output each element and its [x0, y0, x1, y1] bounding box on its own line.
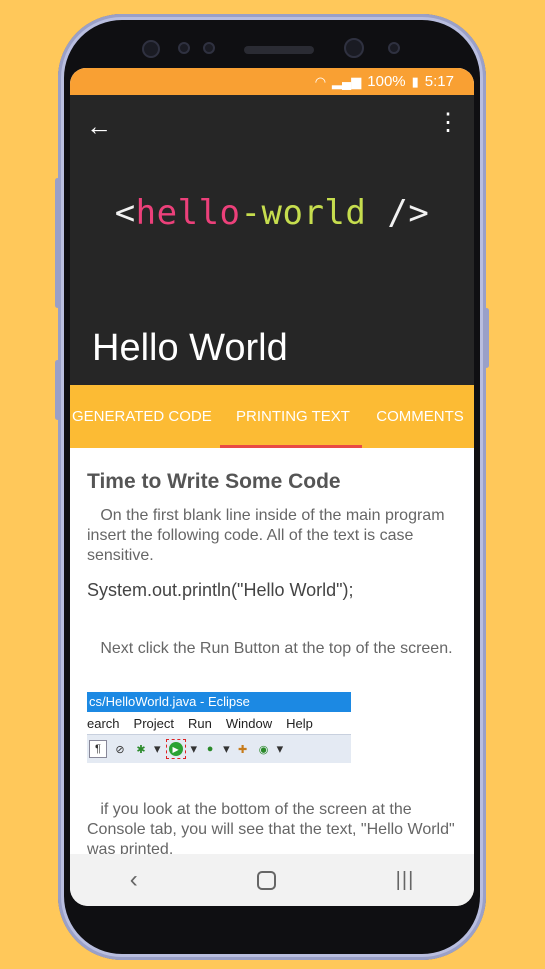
tab-printing-text[interactable]: PRINTING TEXT	[222, 385, 364, 448]
paragraph: On the first blank line inside of the ma…	[87, 506, 459, 566]
front-sensor	[203, 42, 215, 54]
eclipse-menu-item: Window	[225, 715, 273, 731]
front-sensor	[388, 42, 400, 54]
signal-icon: ▂▄▆	[332, 73, 362, 89]
home-circle-icon[interactable]	[257, 870, 277, 890]
paragraph-text: Next click the Run Button at the top of …	[100, 640, 453, 657]
side-button-bixby	[55, 360, 60, 420]
eclipse-screenshot: cs/HelloWorld.java - Eclipse earch Proje…	[87, 692, 351, 774]
battery-icon: ▮	[411, 73, 419, 89]
side-button-power	[484, 308, 489, 368]
paragraph: Next click the Run Button at the top of …	[87, 639, 459, 659]
front-sensor	[178, 42, 190, 54]
logo-hello: hello	[135, 193, 241, 233]
paragraph-icon: ¶	[89, 740, 107, 758]
eclipse-menu-item: Help	[286, 715, 313, 731]
eclipse-toolbar: ¶ ⊘ ✱ ▾ ▶ ▾ ● ▾ ✚ ◉ ▾	[87, 734, 351, 763]
eclipse-menu-item: Run	[188, 715, 212, 731]
app-header: ← ⋮ <hello-world /> Hello World	[70, 95, 474, 385]
tab-comments[interactable]: COMMENTS	[364, 385, 474, 448]
tab-bar: GENERATED CODE PRINTING TEXT COMMENTS	[70, 385, 474, 448]
logo-dash: -	[240, 193, 262, 233]
speaker-grille	[244, 46, 314, 54]
dropdown-arrow-icon: ▾	[223, 741, 230, 756]
tab-generated-code[interactable]: GENERATED CODE	[70, 385, 222, 448]
clock: 5:17	[424, 73, 454, 90]
status-bar: ◠ ▂▄▆ 100% ▮ 5:17	[70, 68, 474, 95]
logo-close: />	[366, 193, 430, 233]
dropdown-arrow-icon: ▾	[190, 741, 198, 756]
skip-breakpoints-icon: ⊘	[115, 743, 125, 756]
section-heading: Time to Write Some Code	[87, 470, 341, 493]
eclipse-menu-item: earch	[87, 715, 120, 731]
app-screen: ◠ ▂▄▆ 100% ▮ 5:17 ← ⋮ <hello-world /> He…	[70, 68, 474, 906]
battery-percent: 100%	[367, 73, 406, 90]
page-title: Hello World	[92, 327, 288, 369]
logo-open: <	[114, 193, 136, 233]
front-camera	[344, 38, 364, 58]
run-external-icon: ●	[206, 743, 214, 755]
recent-apps-icon[interactable]: |||	[396, 869, 415, 892]
system-nav-bar: ‹ |||	[70, 854, 474, 906]
chevron-left-icon[interactable]: ‹	[130, 866, 138, 894]
arrow-left-icon[interactable]: ←	[86, 111, 112, 142]
logo-world: world	[261, 193, 367, 233]
new-class-icon: ◉	[258, 743, 269, 756]
run-icon: ▶	[165, 739, 186, 759]
wifi-icon: ◠	[314, 73, 327, 89]
dropdown-arrow-icon: ▾	[154, 741, 161, 756]
eclipse-menu-item: Project	[133, 715, 174, 731]
more-vert-icon[interactable]: ⋮	[436, 111, 460, 135]
paragraph-text: if you look at the bottom of the screen …	[87, 801, 455, 854]
hello-world-logo: <hello-world />	[70, 193, 474, 233]
side-button-volume	[55, 178, 60, 308]
new-package-icon: ✚	[237, 743, 248, 756]
front-sensor	[142, 40, 160, 58]
lesson-content[interactable]: Time to Write Some Code On the first bla…	[70, 448, 474, 854]
paragraph-text: On the first blank line inside of the ma…	[87, 507, 445, 564]
dropdown-arrow-icon: ▾	[276, 741, 284, 756]
eclipse-title: cs/HelloWorld.java - Eclipse	[87, 692, 351, 712]
eclipse-menu: earch Project Run Window Help	[87, 712, 351, 734]
debug-icon: ✱	[136, 743, 146, 756]
paragraph: if you look at the bottom of the screen …	[87, 800, 459, 854]
code-sample: System.out.println("Hello World");	[87, 580, 354, 600]
